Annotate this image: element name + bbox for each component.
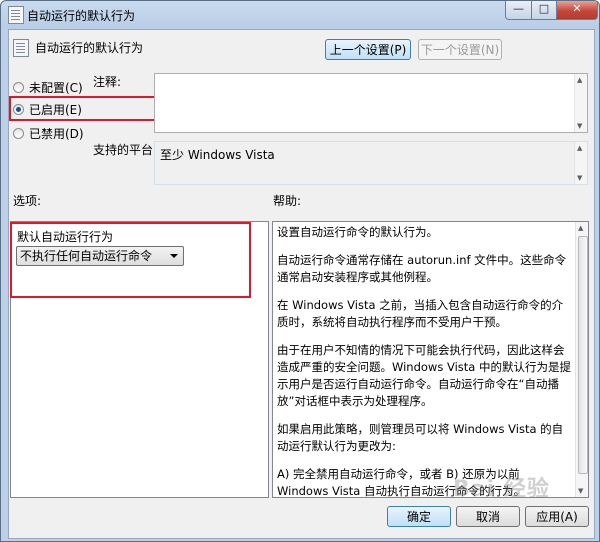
help-paragraph: 自动运行命令通常存储在 autorun.inf 文件中。这些命令通常启动安装程序… [277, 253, 567, 284]
scroll-up-icon[interactable]: ▲ [577, 144, 582, 152]
dialog-body: 自动运行的默认行为 上一个设置(P) 下一个设置(N) 未配置(C) 已启用(E… [8, 29, 595, 539]
policy-title: 自动运行的默认行为 [35, 41, 144, 55]
apply-button[interactable]: 应用(A) [525, 506, 589, 527]
enabled-highlight-box [9, 96, 166, 121]
help-paragraph: 由于在用户不知情的情况下可能会执行代码，因此这样会造成严重的安全问题。Windo… [277, 343, 572, 408]
help-paragraph: 如果启用此策略，则管理员可以将 Windows Vista 的自动运行默认行为更… [277, 422, 564, 453]
previous-setting-button[interactable]: 上一个设置(P) [325, 39, 411, 60]
radio-label: 已禁用(D) [29, 127, 84, 141]
watermark: Bai 经验 [453, 477, 550, 502]
radio-disabled[interactable]: 已禁用(D) [13, 125, 84, 142]
radio-label: 未配置(C) [29, 81, 83, 95]
help-text: 设置自动运行命令的默认行为。 自动运行命令通常存储在 autorun.inf 文… [277, 224, 572, 497]
help-heading: 帮助: [273, 194, 302, 208]
platform-label: 支持的平台: [93, 143, 158, 157]
scroll-down-icon[interactable]: ▼ [577, 174, 582, 182]
next-setting-button[interactable]: 下一个设置(N) [418, 39, 502, 60]
minimize-button[interactable]: — [505, 1, 532, 20]
window-title: 自动运行的默认行为 [27, 9, 136, 23]
cancel-button[interactable]: 取消 [456, 506, 520, 527]
comment-label: 注释: [93, 75, 122, 89]
options-heading: 选项: [13, 194, 42, 208]
policy-document-icon [13, 39, 29, 57]
help-panel: 设置自动运行命令的默认行为。 自动运行命令通常存储在 autorun.inf 文… [272, 221, 589, 498]
title-bar[interactable]: 自动运行的默认行为 — □ ✕ [1, 1, 599, 29]
scroll-up-icon[interactable]: ▲ [577, 76, 582, 84]
radio-button-icon[interactable] [13, 82, 24, 93]
options-highlight-box [10, 222, 251, 298]
help-paragraph: 设置自动运行命令的默认行为。 [277, 225, 438, 239]
platform-value: 至少 Windows Vista [160, 148, 275, 162]
help-paragraph: 在 Windows Vista 之前，当插入包含自动运行命令的介质时，系统将自动… [277, 298, 564, 329]
comment-scrollbar[interactable]: ▲ ▼ [574, 74, 587, 132]
scroll-down-icon[interactable]: ▼ [578, 487, 583, 495]
platform-scrollbar[interactable]: ▲ ▼ [574, 142, 587, 184]
policy-document-icon [8, 6, 24, 24]
comment-field[interactable]: ▲ ▼ [154, 73, 588, 133]
ok-button[interactable]: 确定 [387, 506, 451, 527]
scrollbar-thumb[interactable] [578, 236, 588, 474]
close-button[interactable]: ✕ [556, 1, 598, 20]
radio-not-configured[interactable]: 未配置(C) [13, 79, 83, 96]
scroll-up-icon[interactable]: ▲ [578, 224, 583, 232]
dialog-window: 自动运行的默认行为 — □ ✕ 自动运行的默认行为 上一个设置(P) 下一个设置… [0, 0, 600, 542]
platform-field: 至少 Windows Vista ▲ ▼ [154, 141, 588, 185]
maximize-button[interactable]: □ [531, 1, 557, 20]
radio-button-icon[interactable] [13, 128, 24, 139]
scroll-down-icon[interactable]: ▼ [577, 122, 582, 130]
help-scrollbar[interactable]: ▲ ▼ [575, 222, 588, 497]
